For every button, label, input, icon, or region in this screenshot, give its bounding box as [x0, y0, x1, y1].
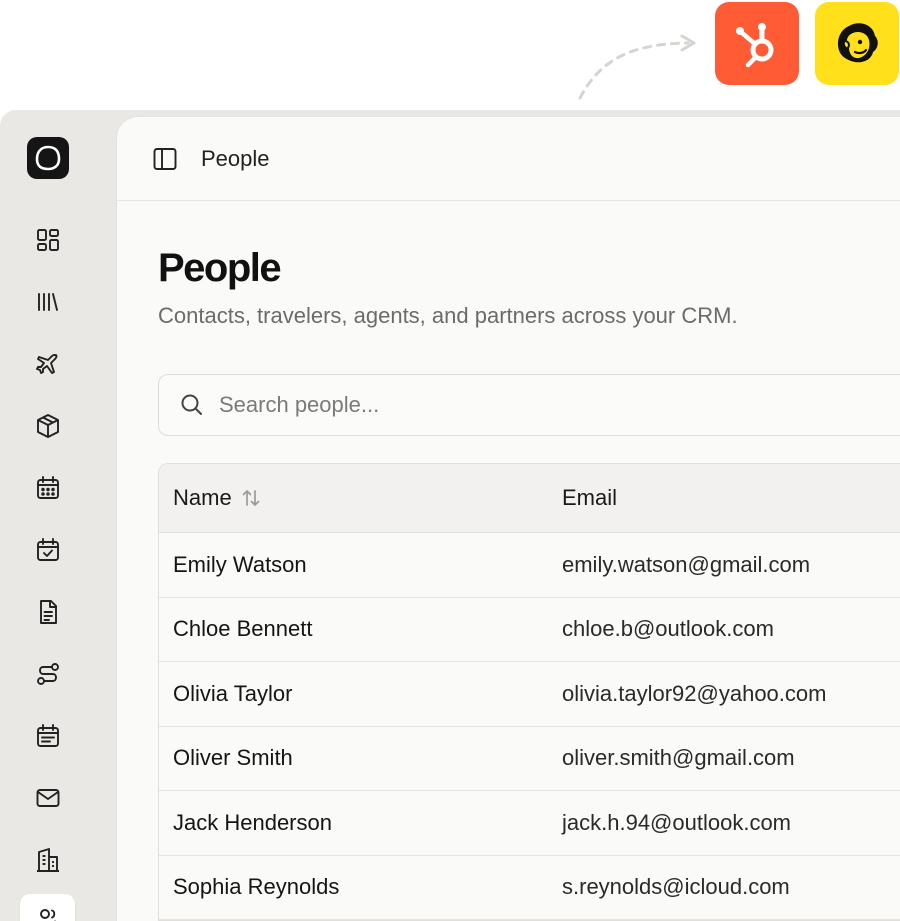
table-row[interactable]: Oliver Smith oliver.smith@gmail.com	[159, 726, 900, 791]
person-email: jack.h.94@outlook.com	[562, 809, 792, 835]
person-email: s.reynolds@icloud.com	[562, 874, 790, 900]
column-header-label: Name	[173, 485, 232, 510]
person-name: Oliver Smith	[173, 745, 293, 771]
sidebar-item-mail[interactable]	[28, 778, 68, 818]
hubspot-logo-icon[interactable]	[715, 2, 799, 85]
app-window: People People Contacts, travelers, agent…	[0, 110, 900, 921]
table-header: Name Email	[159, 464, 900, 533]
page-content: People Contacts, travelers, agents, and …	[117, 246, 900, 921]
sort-icon[interactable]	[240, 487, 262, 509]
sidebar-item-packages[interactable]	[28, 406, 68, 446]
sidebar-item-people[interactable]	[20, 894, 75, 921]
search-icon	[181, 394, 202, 415]
person-name: Jack Henderson	[173, 809, 332, 835]
sidebar-item-dashboard[interactable]	[28, 220, 68, 260]
table-row[interactable]: Sophia Reynolds s.reynolds@icloud.com	[159, 855, 900, 920]
person-email: chloe.b@outlook.com	[562, 616, 774, 642]
calendar-schedule-icon	[37, 724, 59, 747]
column-header-email[interactable]: Email	[562, 485, 900, 511]
sidebar-item-tasks[interactable]	[28, 530, 68, 570]
person-name: Olivia Taylor	[173, 680, 293, 706]
sidebar-item-schedule[interactable]	[28, 716, 68, 756]
mail-icon	[36, 789, 60, 807]
person-name: Emily Watson	[173, 551, 307, 577]
people-icon	[39, 909, 56, 921]
app-logo-icon	[35, 145, 61, 171]
search-input[interactable]	[219, 392, 719, 418]
table-row[interactable]: Jack Henderson jack.h.94@outlook.com	[159, 791, 900, 856]
person-name: Chloe Bennett	[173, 616, 313, 642]
table-row[interactable]: Chloe Bennett chloe.b@outlook.com	[159, 597, 900, 662]
sidebar-rail	[0, 110, 116, 921]
person-email: emily.watson@gmail.com	[562, 551, 811, 577]
plane-icon	[36, 354, 58, 374]
top-bar: People	[117, 117, 900, 201]
main-panel: People People Contacts, travelers, agent…	[116, 116, 900, 921]
dashboard-grid-icon	[37, 229, 59, 251]
sidebar-item-flights[interactable]	[28, 344, 68, 384]
sidebar-item-calendar[interactable]	[28, 468, 68, 508]
person-name: Sophia Reynolds	[173, 874, 340, 900]
library-icon	[38, 293, 58, 311]
stage: People People Contacts, travelers, agent…	[0, 0, 900, 921]
mailchimp-logo-icon[interactable]	[815, 2, 899, 85]
package-icon	[37, 414, 59, 438]
person-email: oliver.smith@gmail.com	[562, 745, 795, 771]
table-row[interactable]: Olivia Taylor olivia.taylor92@yahoo.com	[159, 662, 900, 727]
document-icon	[40, 600, 57, 624]
building-icon	[37, 848, 59, 872]
calendar-check-icon	[37, 538, 59, 561]
page-subtitle: Contacts, travelers, agents, and partner…	[158, 303, 738, 328]
sidebar-toggle-button[interactable]	[151, 145, 179, 173]
people-table: Name Email Emily Watson emily.watson@gma…	[158, 463, 900, 921]
sidebar-item-routes[interactable]	[28, 654, 68, 694]
page-title: People	[158, 246, 282, 290]
breadcrumb: People	[201, 145, 270, 171]
column-header-label: Email	[562, 485, 618, 510]
sidebar-toggle-icon	[153, 147, 177, 170]
sidebar-item-library[interactable]	[28, 282, 68, 322]
search-box[interactable]	[158, 374, 900, 436]
column-header-name[interactable]: Name	[159, 485, 562, 511]
route-icon	[37, 663, 59, 685]
person-email: olivia.taylor92@yahoo.com	[562, 680, 827, 706]
dashed-arrow-icon	[578, 34, 696, 100]
app-logo[interactable]	[27, 137, 69, 179]
sidebar-item-documents[interactable]	[28, 592, 68, 632]
table-row[interactable]: Emily Watson emily.watson@gmail.com	[159, 533, 900, 598]
calendar-icon	[37, 476, 59, 499]
sidebar-item-companies[interactable]	[28, 840, 68, 880]
